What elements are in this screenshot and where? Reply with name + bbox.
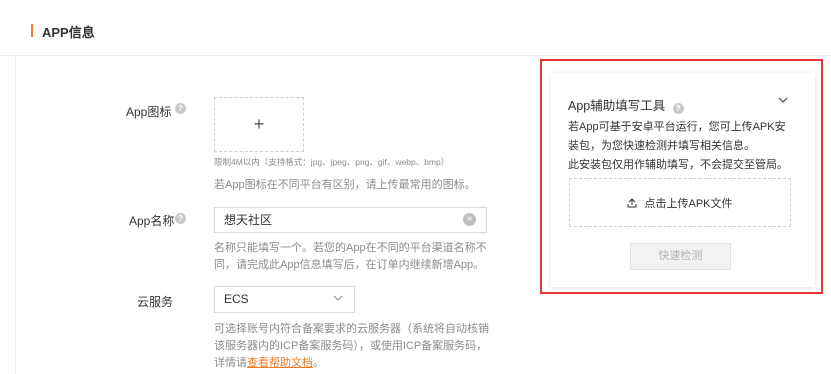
icon-size-hint: 限制4M以内（支持格式：jpg、jpeg、png、gif、webp、bmp） bbox=[214, 157, 450, 167]
section-header: APP信息 bbox=[0, 0, 831, 56]
cloud-note-line3: 详情请查看帮助文档。 bbox=[214, 355, 324, 372]
app-icon-label: App图标 bbox=[126, 105, 172, 119]
panel-title-text: App辅助填写工具 bbox=[568, 99, 666, 113]
quick-detect-button[interactable]: 快速检测 bbox=[630, 243, 731, 270]
close-circle-icon[interactable]: × bbox=[463, 213, 476, 226]
chevron-down-icon[interactable] bbox=[777, 94, 789, 106]
panel-desc-line2: 装包，为您快速检测并填写相关信息。 bbox=[568, 140, 755, 152]
question-circle-icon[interactable]: ? bbox=[175, 213, 186, 224]
header-accent-bar bbox=[31, 24, 33, 37]
cloud-service-selected: ECS bbox=[224, 292, 249, 306]
upload-icon bbox=[627, 197, 637, 207]
apk-upload-label: 点击上传APK文件 bbox=[644, 197, 733, 210]
app-icon-upload-button[interactable]: + bbox=[214, 97, 304, 152]
chevron-down-icon bbox=[333, 295, 343, 301]
panel-description: 若App可基于安卓平台运行，您可上传APK安 装包，为您快速检测并填写相关信息。… bbox=[568, 118, 800, 175]
question-circle-icon[interactable]: ? bbox=[672, 103, 684, 114]
cloud-note-suffix: 。 bbox=[313, 357, 324, 369]
app-name-input[interactable]: 想天社区 bbox=[214, 207, 487, 233]
help-doc-link[interactable]: 查看帮助文档 bbox=[247, 357, 313, 369]
cloud-note-line2: 该服务器内的ICP备案服务码），或使用ICP备案服务码， bbox=[214, 340, 488, 352]
panel-desc-line1: 若App可基于安卓平台运行，您可上传APK安 bbox=[568, 121, 786, 133]
section-title: APP信息 bbox=[42, 25, 95, 40]
apk-helper-panel: App辅助填写工具 ? 若App可基于安卓平台运行，您可上传APK安 装包，为您… bbox=[551, 73, 815, 287]
cloud-note-line1: 可选择账号内符合备案要求的云服务器（系统将自动核销 bbox=[214, 323, 489, 335]
plus-icon: + bbox=[253, 114, 265, 134]
apk-upload-area[interactable]: 点击上传APK文件 bbox=[569, 178, 791, 227]
panel-title: App辅助填写工具 ? bbox=[568, 95, 684, 114]
app-name-label: App名称 bbox=[129, 214, 175, 228]
app-name-note-line2: 同，请完成此App信息填写后，在订单内继续新增App。 bbox=[214, 259, 485, 271]
app-name-note-line1: 名称只能填写一个。若您的App在不同的平台渠道名称不 bbox=[214, 242, 487, 254]
cloud-service-label: 云服务 bbox=[137, 295, 174, 309]
question-circle-icon[interactable]: ? bbox=[175, 103, 186, 114]
icon-note: 若App图标在不同平台有区别，请上传最常用的图标。 bbox=[214, 179, 476, 191]
cloud-note-prefix: 详情请 bbox=[214, 357, 247, 369]
panel-desc-line3: 此安装包仅用作辅助填写，不会提交至管局。 bbox=[568, 159, 788, 171]
